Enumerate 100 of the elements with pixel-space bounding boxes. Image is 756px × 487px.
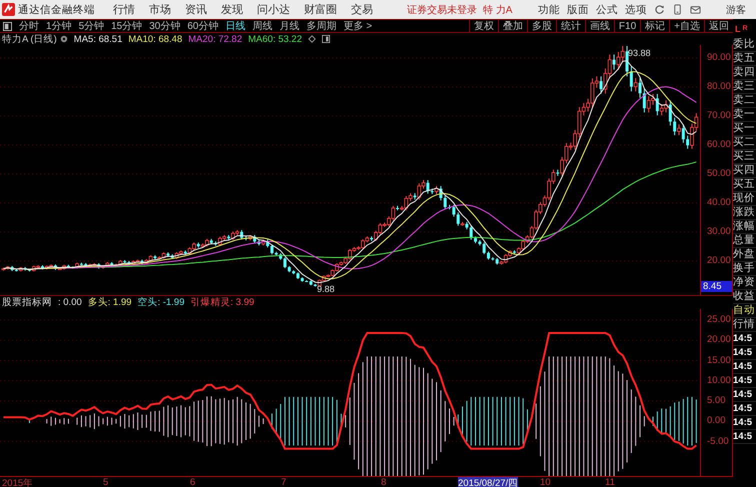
menu-item[interactable]: 功能	[538, 2, 560, 16]
quote-label: 收益	[733, 290, 756, 304]
moving-average-value: MA5: 68.51	[74, 34, 122, 44]
moving-average-value: MA20: 72.82	[188, 34, 242, 44]
axis-label: 0.00	[707, 415, 726, 426]
quote-label: 14:5	[733, 374, 756, 388]
period-tab[interactable]: 15分钟	[111, 19, 142, 33]
quote-label: 行情	[733, 318, 756, 332]
axis-label: 20.00	[707, 255, 731, 266]
low-price-label: 9.88	[317, 284, 335, 294]
high-price-label: 93.88	[628, 48, 651, 58]
menu-item[interactable]: 财富圈	[304, 2, 337, 17]
axis-label: 15.00	[707, 354, 731, 366]
menu-item[interactable]: 版面	[567, 2, 589, 16]
menu-item[interactable]: 发现	[221, 2, 243, 17]
menu-item[interactable]: 行情	[113, 2, 135, 17]
moving-average-value: MA10: 68.48	[128, 34, 182, 44]
quote-label: 买四	[733, 164, 756, 178]
quote-label: 净资	[733, 276, 756, 290]
indicator-value: 引爆精灵: 3.99	[190, 296, 254, 309]
date-label: 7	[281, 477, 286, 487]
date-label: 11	[605, 477, 615, 487]
login-status[interactable]: 证券交易未登录	[407, 2, 477, 16]
quote-label: 外盘	[733, 248, 756, 262]
axis-label: 80.00	[707, 81, 731, 92]
quote-label: 总量	[733, 234, 756, 248]
period-tab[interactable]: 30分钟	[149, 19, 180, 33]
axis-label: 50.00	[707, 168, 731, 179]
refresh-icon[interactable]	[654, 4, 665, 15]
quote-label: 涨跌	[733, 206, 756, 220]
indicator-value: 多头: 1.99	[88, 296, 132, 309]
date-label: 2015年	[2, 477, 34, 487]
axis-label: 90.00	[707, 52, 731, 63]
date-label: 6	[190, 477, 196, 487]
quote-label: 14:5	[733, 332, 756, 346]
menu-item[interactable]: 资讯	[185, 2, 207, 17]
quote-label: 卖四	[733, 66, 756, 80]
quote-label: 涨幅	[733, 220, 756, 234]
quote-label: 卖五	[733, 52, 756, 66]
indicator-name[interactable]: 股票指标网	[2, 296, 52, 309]
quote-label: 换手	[733, 262, 756, 276]
period-tab[interactable]: 日线	[226, 19, 246, 33]
quote-label: 卖二	[733, 94, 756, 108]
menu-item[interactable]: 问小达	[257, 2, 290, 17]
panel-toggle-icon[interactable]	[3, 22, 12, 30]
axis-label: 20.00	[707, 334, 731, 346]
quote-label: 买一	[733, 122, 756, 136]
quote-label: 14:5	[733, 388, 756, 402]
quote-label: 14:5	[733, 360, 756, 374]
menu-item[interactable]: 选项	[625, 2, 647, 16]
period-tab[interactable]: 5分钟	[78, 19, 104, 33]
axis-label: 60.00	[707, 139, 731, 150]
chart-title: 特力A (日线)	[2, 32, 57, 46]
diamond-icon[interactable]	[308, 35, 316, 43]
axis-label: 30.00	[707, 226, 731, 237]
user-name[interactable]: 游客	[726, 2, 746, 16]
quote-label: 14:5	[733, 402, 756, 416]
axis-label: 40.00	[707, 197, 731, 208]
stock-name: 特 力A	[483, 4, 512, 16]
axis-label: 5.00	[707, 395, 726, 406]
panel-logo: L	[735, 24, 740, 34]
quote-label: 14:5	[733, 416, 756, 430]
phone-icon[interactable]	[672, 4, 683, 15]
indicator-value: : 0.00	[58, 297, 82, 308]
menu-item[interactable]: 交易	[351, 2, 373, 17]
period-tab[interactable]: 1分钟	[46, 19, 72, 33]
date-label: 2015/08/27/四	[458, 477, 518, 487]
quote-label: 买二	[733, 136, 756, 150]
current-price-marker: 8.45	[701, 281, 732, 292]
app-logo-icon	[2, 3, 15, 16]
moving-average-value: MA60: 53.22	[248, 34, 302, 44]
message-icon[interactable]	[690, 4, 701, 15]
period-tab[interactable]: 月线	[280, 19, 300, 33]
panel-toggle-icon[interactable]	[322, 35, 330, 43]
indicator-value: 空头: -1.99	[138, 296, 184, 309]
quote-label: 买五	[733, 178, 756, 192]
axis-label: -5.00	[707, 436, 729, 446]
axis-label: 25.00	[707, 314, 731, 325]
quote-label: 卖一	[733, 108, 756, 122]
date-label: 8	[381, 477, 386, 487]
quote-label: 买三	[733, 150, 756, 164]
period-tab[interactable]: 60分钟	[187, 19, 218, 33]
period-tab[interactable]: 多周期	[306, 19, 336, 33]
axis-label: 10.00	[707, 374, 731, 386]
quote-label: 现价	[733, 192, 756, 206]
quote-label: 14:5	[733, 430, 756, 444]
app-title: 通达信金融终端	[18, 2, 95, 16]
quote-label: 14:5	[733, 346, 756, 360]
date-label: 5	[103, 477, 108, 487]
date-label: 10	[540, 477, 551, 487]
quote-label: 自动	[733, 304, 756, 318]
quote-label: 委比	[733, 38, 756, 52]
period-tab[interactable]: 更多 >	[344, 19, 372, 33]
menu-item[interactable]: 公式	[596, 2, 618, 16]
axis-label: 70.00	[707, 110, 731, 121]
settings-icon[interactable]	[60, 35, 68, 43]
period-tab[interactable]: 周线	[252, 19, 272, 33]
menu-item[interactable]: 市场	[149, 2, 171, 17]
period-tab[interactable]: 分时	[19, 19, 39, 33]
quote-label: 卖三	[733, 80, 756, 94]
